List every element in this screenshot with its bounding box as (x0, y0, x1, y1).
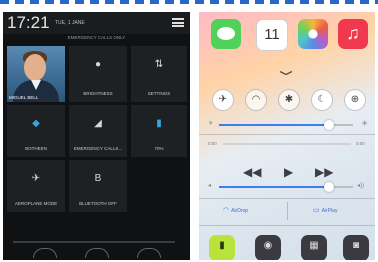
calculator-icon: ▦ (309, 240, 319, 251)
calendar-day: 11 (264, 26, 280, 43)
airplane-toggle[interactable]: ✈ (212, 89, 234, 111)
tile-brightness[interactable]: ● BRIGHTNESS (69, 46, 127, 102)
timer-button[interactable]: ◉ (255, 235, 281, 260)
brightness-high-icon: ☀ (361, 119, 369, 128)
camera-button[interactable]: ◙ (343, 235, 369, 260)
tile-battery[interactable]: ▮ 70% (131, 105, 187, 157)
airdrop-button[interactable]: ◠ AirDrop (223, 205, 248, 217)
camera-icon: ◙ (352, 240, 360, 251)
divider (199, 134, 375, 135)
tile-label: 70% (154, 146, 164, 151)
panel-handle[interactable] (13, 241, 175, 243)
wifi-icon: ◆ (32, 118, 40, 129)
divider (287, 202, 288, 220)
airplay-label: AirPlay (321, 208, 338, 214)
signal-icon: ◢ (94, 118, 102, 129)
divider (199, 225, 375, 226)
dashed-border (0, 0, 378, 4)
tile-wifi[interactable]: ◆ BOTHEEN (7, 105, 65, 157)
messages-icon[interactable] (211, 19, 241, 49)
tile-label: SETTINGS (147, 91, 171, 96)
tile-label: EMERGENCY CALLS... (73, 146, 123, 151)
profile-name: MIGUEL BELL (9, 95, 39, 100)
date: TUE, 1 JANE (55, 20, 85, 26)
menu-icon[interactable] (172, 18, 184, 27)
android-quick-settings: 17:21 TUE, 1 JANE EMERGENCY CALLS ONLY M… (3, 12, 190, 260)
volume-high-icon: ◂)) (357, 183, 365, 189)
scrubber-track[interactable] (223, 143, 351, 145)
brightness-icon: ● (94, 59, 102, 70)
bluetooth-icon: B (94, 173, 102, 184)
airdrop-label: AirDrop (231, 208, 249, 214)
flashlight-button[interactable]: ▮ (209, 235, 235, 260)
tile-settings[interactable]: ⇅ SETTINGS (131, 46, 187, 102)
airplay-button[interactable]: ▭ AirPlay (313, 205, 337, 217)
airplane-icon: ✈ (31, 173, 41, 184)
tile-bluetooth[interactable]: B BLUETOOTH OFF (69, 160, 127, 212)
music-glyph: ♫ (346, 23, 360, 43)
tile-airplane[interactable]: ✈ AEROPLANE MODE (7, 160, 65, 212)
tile-label: BLUETOOTH OFF (79, 201, 117, 206)
airdrop-icon: ◠ (223, 207, 230, 214)
carrier-label: EMERGENCY CALLS ONLY (67, 35, 126, 40)
rotation-lock-toggle[interactable]: ⊕ (344, 89, 366, 111)
brightness-knob[interactable] (324, 120, 334, 130)
back-icon[interactable] (33, 248, 57, 258)
dnd-toggle[interactable]: ☾ (311, 89, 333, 111)
previous-icon[interactable]: ◀◀ (243, 165, 261, 179)
volume-knob[interactable] (324, 182, 334, 192)
volume-fill (219, 186, 329, 188)
airplay-icon: ▭ (313, 207, 320, 214)
next-icon[interactable]: ▶▶ (315, 165, 333, 179)
tile-label: BRIGHTNESS (83, 91, 113, 96)
remaining-time: 0:00 (356, 141, 365, 146)
calendar-icon[interactable]: 11 (256, 19, 288, 51)
tile-signal[interactable]: ◢ EMERGENCY CALLS... (69, 105, 127, 157)
status-bar: 17:21 TUE, 1 JANE (3, 12, 190, 34)
recents-icon[interactable] (137, 248, 161, 258)
clock: 17:21 (7, 13, 50, 32)
profile-tile[interactable]: MIGUEL BELL (7, 46, 65, 102)
ios-control-center: 11 ♫ ✈ ◠ ✱ ☾ ⊕ ☀ ☀ 0:00 0:00 ◀◀ ▶ ▶▶ ◂ ◂… (199, 12, 375, 260)
timer-icon: ◉ (263, 240, 273, 251)
brightness-low-icon: ☀ (208, 121, 214, 127)
bluetooth-toggle[interactable]: ✱ (278, 89, 300, 111)
volume-low-icon: ◂ (208, 183, 212, 189)
home-icon[interactable] (85, 248, 109, 258)
brightness-fill (219, 124, 329, 126)
nav-bar (3, 248, 190, 260)
wifi-toggle[interactable]: ◠ (245, 89, 267, 111)
divider (199, 198, 375, 199)
photos-icon[interactable] (298, 19, 328, 49)
flashlight-icon: ▮ (219, 240, 225, 251)
chevron-down-icon[interactable] (279, 71, 293, 75)
tile-label: AEROPLANE MODE (14, 201, 58, 206)
elapsed-time: 0:00 (208, 141, 217, 146)
calculator-button[interactable]: ▦ (301, 235, 327, 260)
music-icon[interactable]: ♫ (338, 19, 368, 49)
battery-icon: ▮ (156, 118, 162, 129)
tile-label: BOTHEEN (25, 146, 47, 151)
play-icon[interactable]: ▶ (284, 165, 293, 179)
settings-icon: ⇅ (154, 59, 164, 70)
